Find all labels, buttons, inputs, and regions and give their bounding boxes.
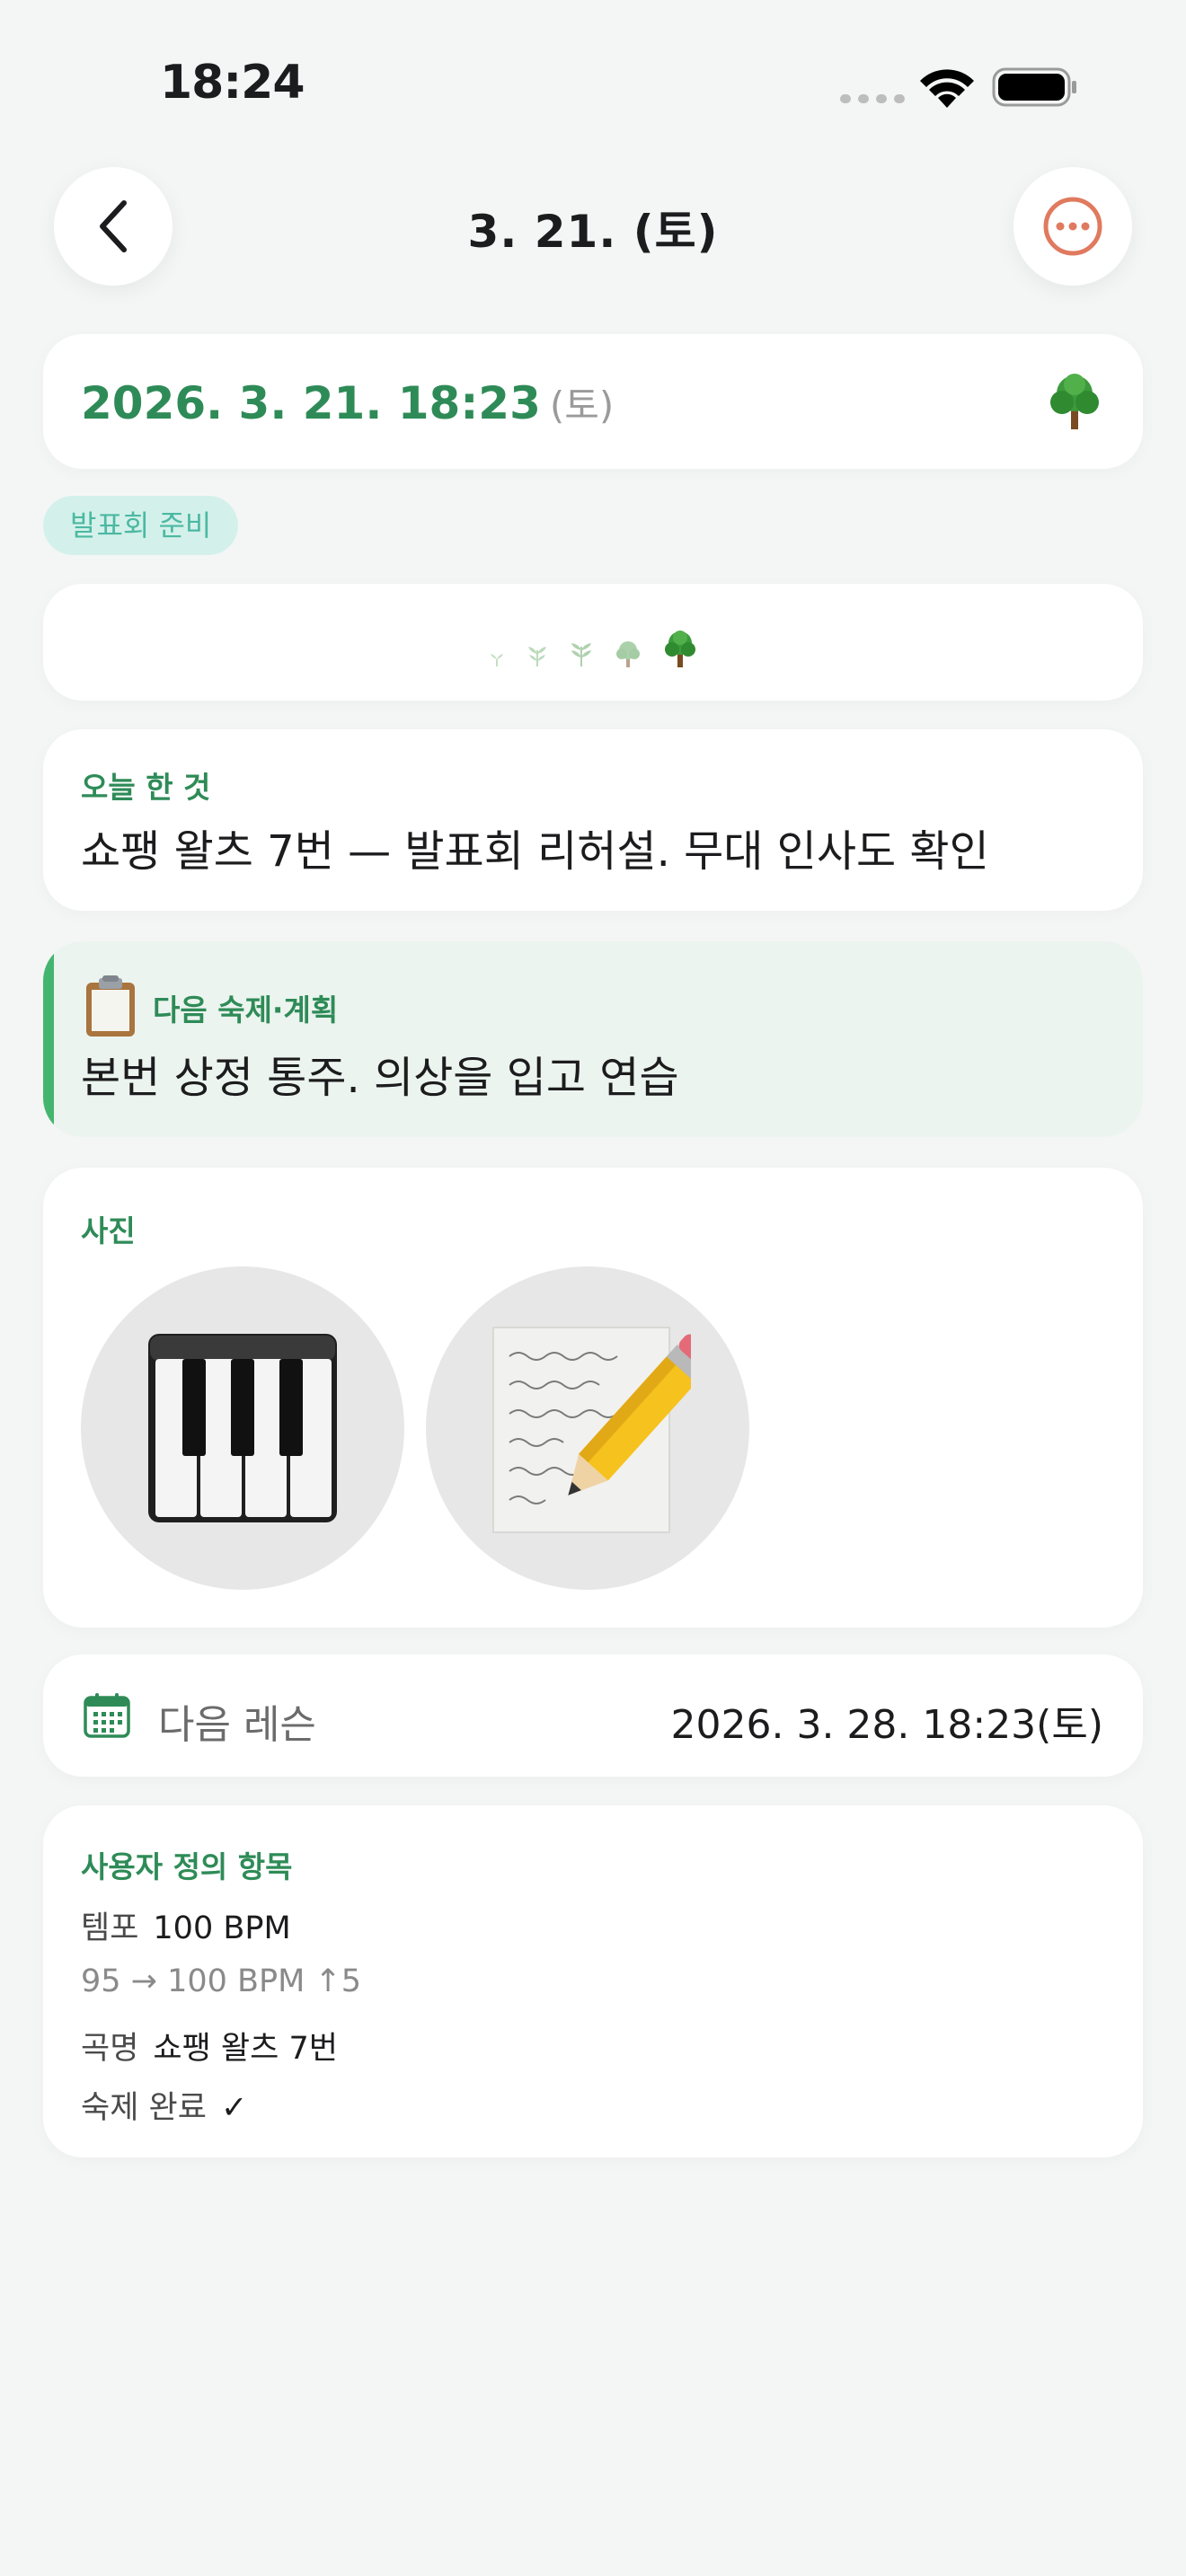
page-title: 3. 21. (토): [467, 206, 719, 258]
photos-label: 사진: [81, 1213, 136, 1248]
calendar-icon: [84, 1693, 130, 1738]
today-done-label: 오늘 한 것: [81, 770, 211, 805]
pencil-and-paper-icon: [492, 1327, 691, 1533]
sprout-icon: [528, 647, 546, 666]
tag-chip[interactable]: 발표회 준비: [43, 496, 239, 555]
young-tree-icon: [616, 641, 640, 667]
growth-stages-card: [43, 584, 1143, 701]
status-bar: 18:24: [0, 0, 1186, 162]
entry-datetime-value: 2026. 3. 21. 18:23: [81, 377, 541, 429]
next-lesson-value: 2026. 3. 28. 18:23(토): [670, 1702, 1104, 1748]
entry-datetime: 2026. 3. 21. 18:23 (토): [81, 375, 614, 430]
diary-entry-screen: 18:24 3. 21. (토) 2026. 3. 21. 18:23 (토) …: [0, 0, 1186, 2576]
piece-title-key: 곡명: [81, 2031, 139, 2067]
cellular-signal-icon: [840, 94, 905, 103]
photos-card: 사진: [43, 1168, 1143, 1628]
tempo-change-row: 95 → 100 BPM ↑5: [81, 1963, 362, 1999]
entry-weekday: (토): [549, 384, 615, 428]
ellipsis-circle-icon: [1043, 197, 1102, 256]
tree-icon: [1050, 374, 1099, 429]
tempo-key: 템포: [81, 1910, 139, 1946]
piece-title-value: 쇼팽 왈츠 7번: [153, 2031, 338, 2067]
more-options-button[interactable]: [1013, 167, 1132, 286]
next-lesson-label: 다음 레슨: [158, 1702, 316, 1748]
tempo-row: 템포 100 BPM: [81, 1902, 291, 1948]
today-done-card[interactable]: 오늘 한 것 쇼팽 왈츠 7번 — 발표회 리허설. 무대 인사도 확인: [43, 729, 1143, 911]
plant-icon: [571, 643, 591, 666]
homework-done-row: 숙제 완료 ✓: [81, 2082, 247, 2128]
next-plan-card[interactable]: 다음 숙제·계획 본번 상정 통주. 의상을 입고 연습: [43, 941, 1143, 1137]
photo-thumbnail[interactable]: [426, 1266, 749, 1590]
piece-title-row: 곡명 쇼팽 왈츠 7번: [81, 2023, 338, 2069]
status-time: 18:24: [160, 56, 305, 110]
growth-stages: [43, 614, 1143, 668]
next-lesson-card[interactable]: 다음 레슨 2026. 3. 28. 18:23(토): [43, 1654, 1143, 1777]
piano-keys-icon: [148, 1334, 337, 1522]
plan-accent-bar: [43, 941, 54, 1137]
tempo-value: 100 BPM: [153, 1910, 291, 1946]
custom-fields-label: 사용자 정의 항목: [81, 1849, 293, 1884]
tree-stage-icon: [665, 631, 695, 667]
wifi-icon: [920, 69, 974, 108]
homework-done-value: ✓: [220, 2090, 248, 2126]
next-plan-label: 다음 숙제·계획: [153, 992, 339, 1028]
entry-date-card[interactable]: 2026. 3. 21. 18:23 (토): [43, 334, 1143, 469]
seedling-icon: [491, 654, 503, 666]
today-done-text: 쇼팽 왈츠 7번 — 발표회 리허설. 무대 인사도 확인: [81, 826, 989, 877]
photo-thumbnail[interactable]: [81, 1266, 404, 1590]
homework-done-key: 숙제 완료: [81, 2090, 207, 2126]
clipboard-icon: [86, 975, 135, 1037]
custom-fields-card[interactable]: 사용자 정의 항목 템포 100 BPM 95 → 100 BPM ↑5 곡명 쇼팽…: [43, 1805, 1143, 2157]
battery-icon: [992, 67, 1076, 107]
next-plan-text: 본번 상정 통주. 의상을 입고 연습: [81, 1053, 679, 1103]
